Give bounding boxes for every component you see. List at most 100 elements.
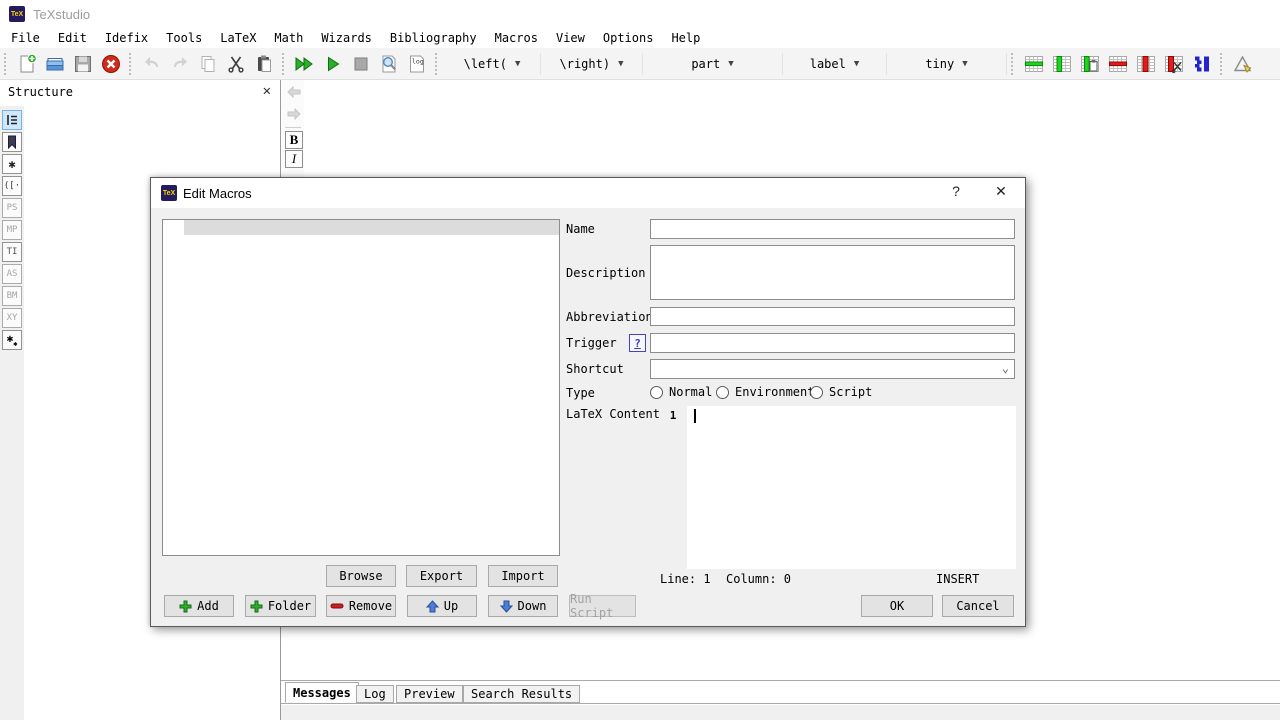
window-title: TeXstudio [33, 7, 90, 22]
folder-button[interactable]: Folder [245, 595, 316, 617]
new-document-icon [16, 53, 38, 75]
structure-panel-close-icon[interactable]: ✕ [263, 83, 271, 99]
tab-symbols-most-used[interactable]: ✱ [2, 154, 22, 174]
bold-label: B [290, 132, 299, 148]
cut-table-column-button[interactable] [1161, 51, 1187, 77]
down-button[interactable]: Down [488, 595, 558, 617]
menu-latex[interactable]: LaTeX [211, 28, 265, 48]
tab-pstricks[interactable]: PS [2, 198, 22, 218]
type-environment-radio[interactable] [716, 386, 729, 399]
tab-preview[interactable]: Preview [396, 685, 463, 703]
name-input[interactable] [650, 219, 1015, 239]
tab-log[interactable]: Log [356, 685, 394, 703]
trigger-input[interactable] [650, 333, 1015, 353]
copy-button[interactable] [195, 51, 221, 77]
close-document-button[interactable] [98, 51, 124, 77]
up-button[interactable]: Up [407, 595, 477, 617]
description-input[interactable] [650, 245, 1015, 300]
stop-button[interactable] [348, 51, 374, 77]
type-script-radio[interactable] [810, 386, 823, 399]
tab-beamer[interactable]: BM [2, 286, 22, 306]
menu-tools[interactable]: Tools [157, 28, 211, 48]
compile-button[interactable] [320, 51, 346, 77]
shortcut-combo[interactable]: ⌄ [650, 359, 1015, 379]
remove-table-row-button[interactable] [1105, 51, 1131, 77]
view-log-button[interactable]: log [404, 51, 430, 77]
folder-label: Folder [268, 599, 311, 613]
remove-button[interactable]: Remove [326, 595, 396, 617]
undo-button[interactable] [139, 51, 165, 77]
ok-button[interactable]: OK [861, 595, 933, 617]
copy-icon [197, 53, 219, 75]
dialog-close-icon[interactable]: ✕ [991, 183, 1011, 203]
build-and-view-button[interactable] [292, 51, 318, 77]
abbreviation-input[interactable] [650, 307, 1015, 326]
menu-macros[interactable]: Macros [486, 28, 547, 48]
tab-symbols-all[interactable]: ✱✱ [2, 330, 22, 350]
left-delimiter-combo[interactable]: \left( ▼ [444, 53, 541, 75]
type-normal-label: Normal [669, 385, 712, 400]
menu-help[interactable]: Help [662, 28, 709, 48]
tab-structure[interactable] [2, 110, 22, 130]
xy-label: XY [7, 313, 18, 323]
dialog-titlebar[interactable]: TeX Edit Macros [151, 178, 1025, 208]
menu-edit[interactable]: Edit [49, 28, 96, 48]
add-table-column-button[interactable] [1049, 51, 1075, 77]
tab-xy[interactable]: XY [2, 308, 22, 328]
import-button[interactable]: Import [488, 565, 558, 587]
go-forward-button[interactable] [284, 104, 304, 124]
tab-bookmarks[interactable] [2, 132, 22, 152]
tab-messages-label: Messages [293, 686, 351, 700]
view-pdf-button[interactable] [376, 51, 402, 77]
menu-math[interactable]: Math [265, 28, 312, 48]
align-table-columns-button[interactable] [1189, 51, 1215, 77]
paste-table-column-button[interactable] [1077, 51, 1103, 77]
tab-metapost[interactable]: MP [2, 220, 22, 240]
menu-view[interactable]: View [547, 28, 594, 48]
redo-button[interactable] [167, 51, 193, 77]
add-table-row-button[interactable] [1021, 51, 1047, 77]
menu-file[interactable]: File [2, 28, 49, 48]
tab-asymptote[interactable]: AS [2, 264, 22, 284]
type-normal-radio[interactable] [650, 386, 663, 399]
remove-row-icon [1107, 53, 1129, 75]
tab-brackets[interactable]: ([· [2, 176, 22, 196]
macro-list[interactable] [162, 219, 560, 556]
tab-search-results[interactable]: Search Results [463, 685, 580, 703]
remove-table-column-button[interactable] [1133, 51, 1159, 77]
tab-messages[interactable]: Messages [285, 682, 359, 703]
browse-button[interactable]: Browse [326, 565, 396, 587]
horizontal-splitter[interactable] [281, 680, 1280, 681]
paste-button[interactable] [251, 51, 277, 77]
trigger-help-button[interactable]: ? [629, 334, 646, 352]
add-column-icon [1051, 53, 1073, 75]
abbreviation-label: Abbreviation [566, 310, 653, 324]
left-delimiter-value: \left( [464, 57, 507, 71]
tab-tikz[interactable]: TI [2, 242, 22, 262]
font-size-combo[interactable]: tiny ▼ [887, 53, 1007, 75]
export-button[interactable]: Export [406, 565, 477, 587]
sectioning-value: part [691, 57, 720, 71]
menu-options[interactable]: Options [594, 28, 663, 48]
cancel-button[interactable]: Cancel [942, 595, 1014, 617]
go-back-button[interactable] [284, 82, 304, 102]
open-button[interactable] [42, 51, 68, 77]
bold-button[interactable]: B [285, 131, 303, 149]
reference-combo[interactable]: label ▼ [783, 53, 887, 75]
new-document-button[interactable] [14, 51, 40, 77]
add-button[interactable]: Add [164, 595, 234, 617]
dialog-help-button[interactable]: ? [946, 183, 966, 203]
check-latex-syntax-button[interactable] [1230, 51, 1256, 77]
menu-wizards[interactable]: Wizards [312, 28, 381, 48]
menu-idefix[interactable]: Idefix [96, 28, 157, 48]
menu-bibliography[interactable]: Bibliography [381, 28, 486, 48]
cut-button[interactable] [223, 51, 249, 77]
save-button[interactable] [70, 51, 96, 77]
log-icon: log [406, 53, 428, 75]
italic-button[interactable]: I [285, 150, 303, 168]
trigger-label: Trigger [566, 336, 617, 350]
brackets-label: ([· [4, 181, 20, 191]
right-delimiter-combo[interactable]: \right) ▼ [541, 53, 643, 75]
latex-content-editor[interactable] [687, 406, 1016, 569]
sectioning-combo[interactable]: part ▼ [643, 53, 783, 75]
